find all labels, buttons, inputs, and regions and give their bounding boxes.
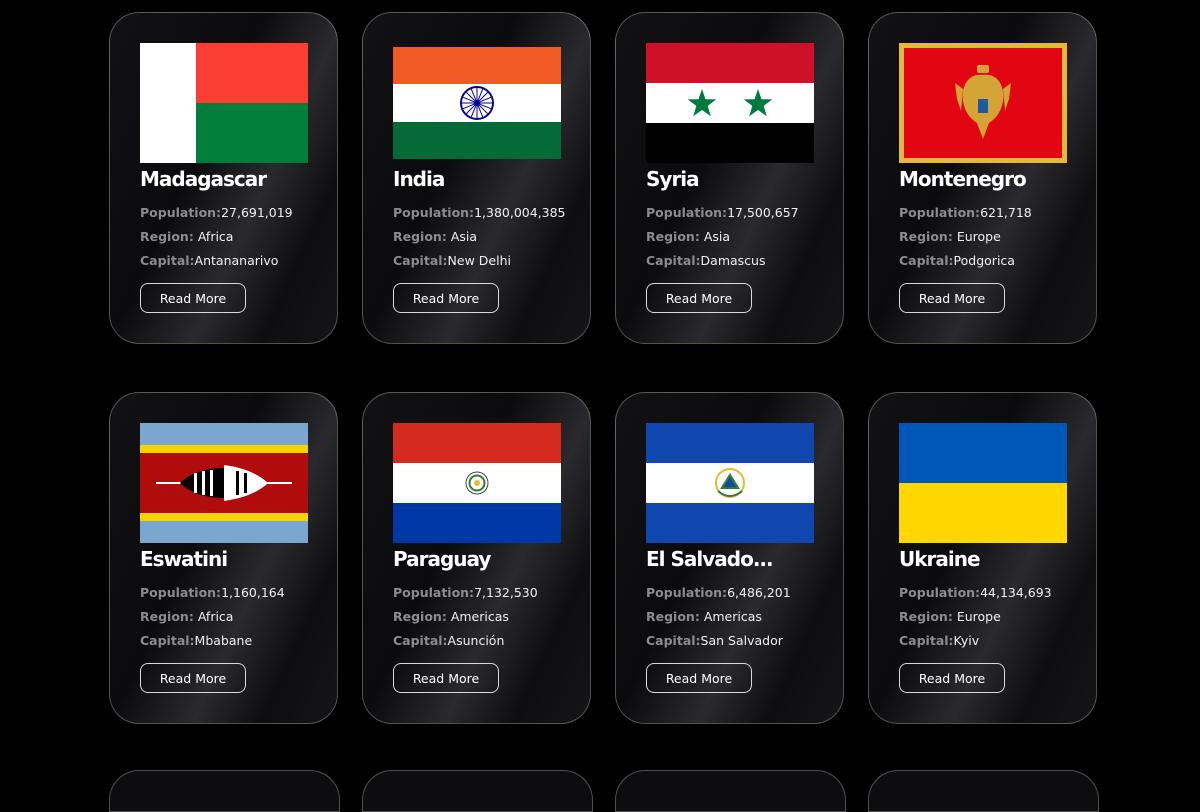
population-label: Population:: [140, 585, 222, 600]
country-card-partial[interactable]: [868, 770, 1099, 812]
region-value: Asia: [703, 229, 731, 244]
read-more-button[interactable]: Read More: [393, 663, 499, 693]
capital-label: Capital:: [899, 253, 954, 268]
read-more-button[interactable]: Read More: [899, 283, 1005, 313]
capital-value: Mbabane: [194, 633, 253, 648]
read-more-button[interactable]: Read More: [140, 663, 246, 693]
country-info: Population:1,160,164 Region: Africa Capi…: [140, 581, 307, 653]
india-flag-icon[interactable]: [393, 43, 561, 163]
population-value: 621,718: [980, 205, 1032, 220]
capital-label: Capital:: [140, 633, 195, 648]
country-card[interactable]: Madagascar Population:27,691,019 Region:…: [109, 12, 338, 344]
country-grid: Madagascar Population:27,691,019 Region:…: [109, 12, 1097, 724]
capital-value: Damascus: [700, 253, 766, 268]
population-label: Population:: [393, 585, 475, 600]
country-name[interactable]: Madagascar: [140, 167, 307, 191]
capital-label: Capital:: [393, 633, 448, 648]
region-label: Region:: [899, 229, 953, 244]
read-more-button[interactable]: Read More: [140, 283, 246, 313]
capital-value: Antananarivo: [194, 253, 279, 268]
country-card[interactable]: Eswatini Population:1,160,164 Region: Af…: [109, 392, 338, 724]
population-value: 27,691,019: [221, 205, 293, 220]
country-info: Population:621,718 Region: Europe Capita…: [899, 201, 1066, 273]
capital-label: Capital:: [646, 253, 701, 268]
country-card[interactable]: Montenegro Population:621,718 Region: Eu…: [868, 12, 1097, 344]
country-card-partial[interactable]: [615, 770, 846, 812]
population-value: 6,486,201: [727, 585, 791, 600]
country-info: Population:7,132,530 Region: Americas Ca…: [393, 581, 560, 653]
population-value: 17,500,657: [727, 205, 799, 220]
country-name[interactable]: India: [393, 167, 560, 191]
capital-value: San Salvador: [700, 633, 783, 648]
capital-label: Capital:: [899, 633, 954, 648]
country-card[interactable]: Syria Population:17,500,657 Region: Asia…: [615, 12, 844, 344]
region-label: Region:: [393, 229, 447, 244]
country-name[interactable]: Montenegro: [899, 167, 1066, 191]
region-label: Region:: [393, 609, 447, 624]
ukraine-flag-icon[interactable]: [899, 423, 1067, 543]
country-card[interactable]: Ukraine Population:44,134,693 Region: Eu…: [868, 392, 1097, 724]
syria-flag-icon[interactable]: [646, 43, 814, 163]
population-label: Population:: [646, 585, 728, 600]
read-more-button[interactable]: Read More: [899, 663, 1005, 693]
region-value: Europe: [956, 609, 1001, 624]
country-name[interactable]: Eswatini: [140, 547, 307, 571]
country-info: Population:6,486,201 Region: Americas Ca…: [646, 581, 813, 653]
country-name[interactable]: Ukraine: [899, 547, 1066, 571]
country-card[interactable]: El Salvado... Population:6,486,201 Regio…: [615, 392, 844, 724]
region-label: Region:: [140, 609, 194, 624]
read-more-button[interactable]: Read More: [393, 283, 499, 313]
population-value: 44,134,693: [980, 585, 1052, 600]
capital-value: Podgorica: [953, 253, 1015, 268]
read-more-button[interactable]: Read More: [646, 663, 752, 693]
capital-label: Capital:: [393, 253, 448, 268]
country-info: Population:1,380,004,385 Region: Asia Ca…: [393, 201, 566, 273]
population-label: Population:: [393, 205, 475, 220]
population-label: Population:: [899, 205, 981, 220]
country-card-partial[interactable]: [109, 770, 340, 812]
population-label: Population:: [899, 585, 981, 600]
capital-label: Capital:: [646, 633, 701, 648]
region-label: Region:: [899, 609, 953, 624]
country-card-partial[interactable]: [362, 770, 593, 812]
eswatini-flag-icon[interactable]: [140, 423, 308, 543]
read-more-button[interactable]: Read More: [646, 283, 752, 313]
country-card[interactable]: India Population:1,380,004,385 Region: A…: [362, 12, 591, 344]
region-value: Africa: [197, 609, 234, 624]
country-info: Population:27,691,019 Region: Africa Cap…: [140, 201, 307, 273]
country-name[interactable]: Syria: [646, 167, 813, 191]
country-info: Population:17,500,657 Region: Asia Capit…: [646, 201, 813, 273]
capital-value: Asunción: [447, 633, 505, 648]
region-label: Region:: [646, 609, 700, 624]
country-name[interactable]: Paraguay: [393, 547, 560, 571]
region-label: Region:: [646, 229, 700, 244]
capital-value: New Delhi: [447, 253, 511, 268]
population-label: Population:: [140, 205, 222, 220]
montenegro-flag-icon[interactable]: [899, 43, 1067, 163]
population-value: 1,160,164: [221, 585, 285, 600]
country-name[interactable]: El Salvado...: [646, 547, 813, 571]
region-value: Americas: [703, 609, 762, 624]
country-info: Population:44,134,693 Region: Europe Cap…: [899, 581, 1066, 653]
region-value: Americas: [450, 609, 509, 624]
madagascar-flag-icon[interactable]: [140, 43, 308, 163]
country-card[interactable]: Paraguay Population:7,132,530 Region: Am…: [362, 392, 591, 724]
capital-value: Kyiv: [953, 633, 980, 648]
population-value: 1,380,004,385: [474, 205, 566, 220]
region-label: Region:: [140, 229, 194, 244]
region-value: Europe: [956, 229, 1001, 244]
el-salvador-flag-icon[interactable]: [646, 423, 814, 543]
population-label: Population:: [646, 205, 728, 220]
population-value: 7,132,530: [474, 585, 538, 600]
region-value: Asia: [450, 229, 478, 244]
paraguay-flag-icon[interactable]: [393, 423, 561, 543]
region-value: Africa: [197, 229, 234, 244]
capital-label: Capital:: [140, 253, 195, 268]
